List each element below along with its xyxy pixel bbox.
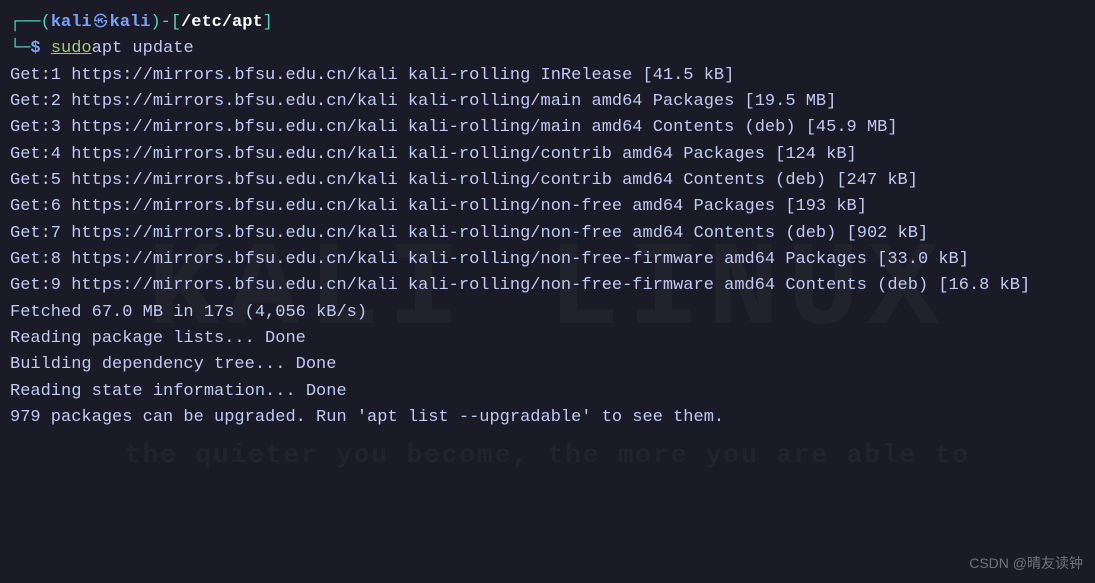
box-drawing-top: ┌── xyxy=(10,10,41,36)
command-text: apt update xyxy=(92,36,194,62)
output-line: Reading state information... Done xyxy=(10,379,1085,405)
prompt-line-1: ┌── ( kali ㉿ kali ) - [ /etc/apt ] xyxy=(10,10,1085,36)
background-tagline: the quieter you become, the more you are… xyxy=(125,435,970,475)
output-line: Building dependency tree... Done xyxy=(10,352,1085,378)
output-line: Get:8 https://mirrors.bfsu.edu.cn/kali k… xyxy=(10,247,1085,273)
output-line: Get:9 https://mirrors.bfsu.edu.cn/kali k… xyxy=(10,273,1085,299)
output-line: Reading package lists... Done xyxy=(10,326,1085,352)
prompt-symbol: $ xyxy=(30,36,40,62)
bracket-open: [ xyxy=(171,10,181,36)
bracket-close: ] xyxy=(263,10,273,36)
output-line: 979 packages can be upgraded. Run 'apt l… xyxy=(10,405,1085,431)
terminal-output[interactable]: ┌── ( kali ㉿ kali ) - [ /etc/apt ] └─ $ … xyxy=(10,10,1085,432)
command-sudo: sudo xyxy=(51,36,92,62)
output-line: Get:4 https://mirrors.bfsu.edu.cn/kali k… xyxy=(10,142,1085,168)
prompt-host: kali xyxy=(110,10,151,36)
output-line: Get:1 https://mirrors.bfsu.edu.cn/kali k… xyxy=(10,63,1085,89)
output-line: Get:5 https://mirrors.bfsu.edu.cn/kali k… xyxy=(10,168,1085,194)
csdn-watermark: CSDN @晴友读钟 xyxy=(969,553,1083,575)
output-line: Fetched 67.0 MB in 17s (4,056 kB/s) xyxy=(10,300,1085,326)
paren-open: ( xyxy=(41,10,51,36)
skull-icon: ㉿ xyxy=(92,13,110,35)
output-line: Get:6 https://mirrors.bfsu.edu.cn/kali k… xyxy=(10,194,1085,220)
prompt-dash: - xyxy=(161,10,171,36)
prompt-line-2: └─ $ sudo apt update xyxy=(10,36,1085,62)
output-line: Get:3 https://mirrors.bfsu.edu.cn/kali k… xyxy=(10,115,1085,141)
paren-close: ) xyxy=(150,10,160,36)
output-line: Get:7 https://mirrors.bfsu.edu.cn/kali k… xyxy=(10,221,1085,247)
output-line: Get:2 https://mirrors.bfsu.edu.cn/kali k… xyxy=(10,89,1085,115)
prompt-cwd: /etc/apt xyxy=(181,10,263,36)
box-drawing-bottom: └─ xyxy=(10,36,30,62)
prompt-user: kali xyxy=(51,10,92,36)
